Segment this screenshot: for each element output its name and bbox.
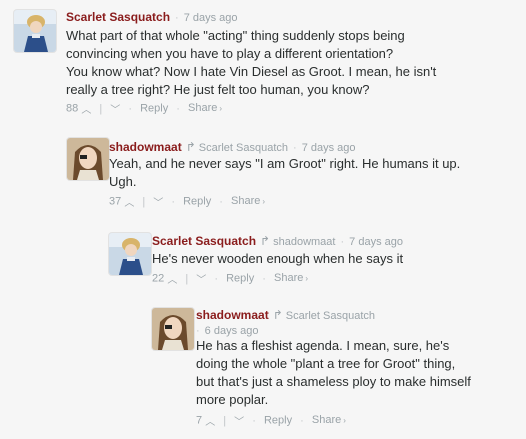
separator-dot: · [300,414,304,427]
separator-dot: · [175,12,179,24]
divider: | [142,195,146,208]
separator-dot: · [340,236,345,248]
vote-count: 88 [66,102,79,115]
separator-dot: · [171,195,176,208]
share-label: Share [311,414,342,427]
comment-header: Scarlet Sasquatch ↱ shadowmaat · 7 days ago [152,234,403,248]
upvote-icon[interactable]: ︿ [81,101,91,116]
reply-button[interactable]: Reply [264,415,292,427]
share-button[interactable]: Share › [188,102,223,115]
separator-dot: · [128,102,133,115]
comment-text-line: He's never wooden enough when he says it [152,251,404,266]
reply-arrow-icon: ↱ [272,308,283,322]
avatar[interactable] [152,308,194,350]
separator-dot: · [262,272,266,285]
timestamp[interactable]: 7 days ago [184,12,238,24]
separator-dot: · [252,414,256,427]
share-arrow-icon: › [305,274,309,284]
in-reply-to-link[interactable]: Scarlet Sasquatch [286,310,375,322]
separator-dot: · [219,195,223,208]
comment-header: shadowmaat ↱ Scarlet Sasquatch · 7 days ago [109,140,356,154]
comment-text-line: more poplar. [196,392,269,407]
reply-arrow-icon: ↱ [260,234,271,248]
separator-dot: · [196,325,200,337]
vote-count: 7 [196,414,203,427]
comment-body: He's never wooden enough when he says it [152,250,512,268]
divider: | [185,272,189,285]
upvote-icon[interactable]: ︿ [205,413,215,428]
divider: | [99,102,103,115]
comment-footer: 88 ︿ | ﹀ · Reply · Share › [66,101,223,117]
share-label: Share [274,272,304,285]
author-name[interactable]: shadowmaat [109,140,182,154]
comment-text-line: really a tree right? He just felt too hu… [66,82,370,97]
avatar[interactable] [14,10,56,52]
separator-dot: · [293,142,297,154]
comment-footer: 7 ︿ | ﹀ · Reply · Share › [196,413,346,429]
comment-text-line: Yeah, and he never says "I am Groot" rig… [109,156,461,171]
separator-dot: · [214,272,219,285]
divider: | [223,414,227,427]
downvote-icon[interactable]: ﹀ [196,271,206,286]
timestamp[interactable]: 6 days ago [205,325,259,337]
comment-body: Yeah, and he never says "I am Groot" rig… [109,155,509,191]
vote-count: 37 [109,195,122,208]
vote-count: 22 [152,272,165,285]
share-button[interactable]: Share › [311,414,346,427]
reply-arrow-icon: ↱ [185,140,196,154]
share-label: Share [188,102,218,115]
reply-button[interactable]: Reply [183,196,211,208]
downvote-icon[interactable]: ﹀ [110,101,120,116]
share-arrow-icon: › [262,197,266,207]
comment-body: What part of that whole "acting" thing s… [66,27,486,99]
separator-dot: · [176,102,180,115]
comment-text-line: convincing when you have to play a diffe… [66,46,394,61]
comment-text-line: He has a fleshist agenda. I mean, sure, … [196,338,450,353]
in-reply-to-link[interactable]: Scarlet Sasquatch [199,142,288,154]
comment-text-line: You know what? Now I hate Vin Diesel as … [66,64,437,79]
author-name[interactable]: Scarlet Sasquatch [152,234,256,248]
avatar[interactable] [67,138,109,180]
comment-header: Scarlet Sasquatch · 7 days ago [66,10,238,24]
comment-text-line: doing the whole "plant a tree for Groot"… [196,356,456,371]
comment-text-line: What part of that whole "acting" thing s… [66,28,405,43]
reply-button[interactable]: Reply [140,103,168,115]
in-reply-to-link[interactable]: shadowmaat [273,236,335,248]
share-button[interactable]: Share › [231,195,266,208]
reply-button[interactable]: Reply [226,273,254,285]
avatar[interactable] [109,233,151,275]
timestamp[interactable]: 7 days ago [302,142,356,154]
comment-footer: 22 ︿ | ﹀ · Reply · Share › [152,271,309,287]
author-name[interactable]: shadowmaat [196,308,269,322]
comment-body: He has a fleshist agenda. I mean, sure, … [196,337,526,409]
comment-header: shadowmaat ↱ Scarlet Sasquatch · 6 days ago [196,308,396,339]
share-arrow-icon: › [343,416,346,426]
downvote-icon[interactable]: ﹀ [234,413,244,428]
comment-footer: 37 ︿ | ﹀ · Reply · Share › [109,194,266,210]
share-button[interactable]: Share › [274,272,309,285]
upvote-icon[interactable]: ︿ [124,194,134,209]
comment-text-line: but that's just a shameless ploy to make… [196,374,471,389]
timestamp[interactable]: 7 days ago [349,236,403,248]
share-arrow-icon: › [219,104,223,114]
downvote-icon[interactable]: ﹀ [153,194,163,209]
share-label: Share [231,195,261,208]
upvote-icon[interactable]: ︿ [167,271,177,286]
comment-text-line: Ugh. [109,174,137,189]
author-name[interactable]: Scarlet Sasquatch [66,10,170,24]
